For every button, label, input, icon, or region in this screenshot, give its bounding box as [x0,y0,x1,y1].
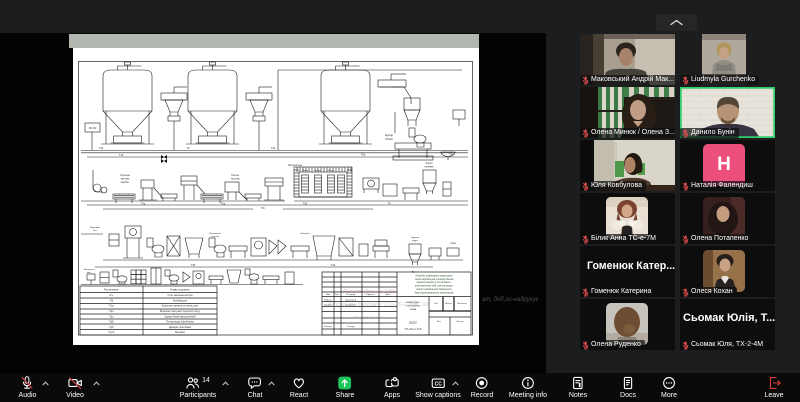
svg-text:Изм: Изм [326,294,331,296]
svg-text:частина: частина [231,177,241,180]
svg-text:Макаронні: Макаронні [84,268,95,271]
svg-text:-Тр6: -Тр6 [108,325,114,329]
svg-text:CC: CC [434,381,442,387]
svg-text:«Г»: «Г» [109,293,114,297]
svg-text:Дріжджі пресовані: Дріжджі пресовані [169,325,191,329]
svg-text:Борошно саметкістю вищ.copт: Борошно саметкістю вищ.copт [162,304,199,308]
svg-text:Цукор білий кристалічний: Цукор білий кристалічний [165,314,196,318]
svg-text:виробн.: виробн. [121,181,130,184]
svg-text:Мийка: Мийка [302,169,309,172]
svg-text:асортиментних ліній з метою мо: асортиментних ліній з метою модер- [415,285,453,288]
svg-text:Конбінация: Конбінация [173,298,187,302]
svg-text:Курсові та дипломні "1Тн-20: Курсові та дипломні "1Тн-20-2-Лаб" ІШ [328,302,429,308]
svg-text:Назва сировини: Назва сировини [170,288,190,292]
svg-text:Цукрова: Цукрова [411,237,420,239]
svg-text:схеми виробництва з використан: схеми виробництва з використанням [415,279,454,281]
svg-text:Рекомендую на 1Ше: Рекомендую на 1Ше [343,289,395,295]
svg-text:Т9б: Т9б [449,153,454,157]
svg-text:Фасув: Фасув [328,169,334,172]
svg-text:схема: схема [410,309,417,311]
svg-text:як навчання: як навчання [352,315,381,321]
svg-text:Т2: Т2 [186,146,190,150]
svg-text:відомих апаратів у потоці бага: відомих апаратів у потоці багато- [417,281,452,284]
svg-text:-ТВ: -ТВ [109,298,113,302]
svg-text:багатофункціонального виробниц: багатофункціонального виробництва [415,291,454,294]
svg-text:нізації і виробництва Українсь: нізації і виробництва Українського [416,288,452,291]
svg-text:начинка: начинка [425,165,435,168]
svg-text:білий: білий [385,137,393,141]
svg-text:Масса: Масса [445,303,452,305]
svg-text:-Тсуб: -Тсуб [108,330,115,334]
svg-text:Т9а: Т9а [361,153,366,157]
svg-text:Т5б: Т5б [303,201,308,205]
svg-text:апарати: апарати [211,236,220,238]
svg-text:Масштаб: Масштаб [457,303,467,305]
svg-text:Т3а: Т3а [141,201,146,205]
svg-text:Морозильні: Морозильні [209,232,221,235]
svg-text:Змішувач: Змішувач [300,232,310,235]
svg-text:Т3в: Т3в [331,263,336,267]
svg-text:Т4в: Т4в [271,146,276,150]
svg-text:Т4а: Т4а [99,146,104,150]
svg-text:Лит: Лит [434,303,438,305]
svg-text:Морозильна: Морозильна [288,164,302,167]
svg-text:ТХ-20-2-7аб: ТХ-20-2-7аб [405,327,422,331]
svg-text:-Тда: -Тда [108,304,114,308]
svg-text:Меланж: Меланж [175,330,185,334]
svg-text:Т5а: Т5а [221,201,226,205]
svg-text:30 30: 30 30 [89,126,97,130]
svg-text:Борошно екстракл першого сорту: Борошно екстракл першого сорту [160,309,201,313]
svg-text:Т9г: Т9г [261,206,265,210]
svg-text:Т7а: Т7а [119,153,124,157]
svg-text:Утверд.: Утверд. [347,326,355,328]
svg-text:цех: цех [93,230,97,232]
svg-text:ЛХ2Т: ЛХ2Т [409,321,417,325]
svg-text:Т3б: Т3б [191,263,196,267]
svg-text:Розробка уніфікованої апаратур: Розробка уніфікованої апаратурної [416,274,453,277]
svg-text:Дозув: Дозув [315,170,320,172]
svg-text:пудра: пудра [412,240,419,242]
svg-text:-Туз: -Туз [109,314,115,318]
svg-text:Листов: Листов [456,321,464,323]
svg-text:-Тр5: -Тр5 [108,320,114,324]
svg-text:Суба: Суба [450,242,456,245]
svg-text:Позначення: Позначення [104,288,119,292]
svg-text:Лист: Лист [335,294,340,296]
svg-text:Сіль змелена екстра: Сіль змелена екстра [168,293,193,297]
svg-text:Лист: Лист [437,321,442,323]
svg-text:Н.контр.: Н.контр. [324,326,333,328]
svg-text:-Тр4: -Тр4 [108,309,114,313]
svg-text:Морозиво: Морозиво [90,227,101,229]
svg-text:Питна вода оброблена: Питна вода оброблена [166,320,194,324]
